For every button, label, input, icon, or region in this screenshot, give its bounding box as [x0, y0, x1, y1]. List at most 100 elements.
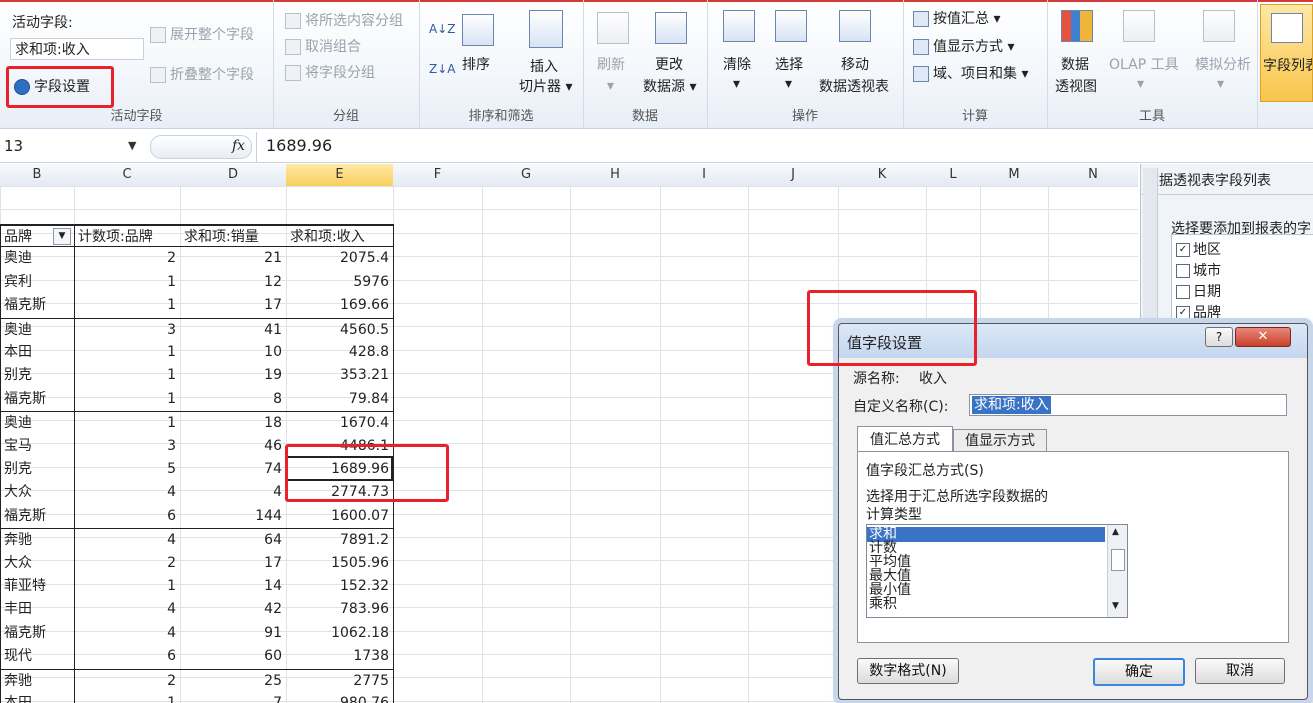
table-row-brand[interactable]: 大众 — [0, 552, 74, 575]
sort-asc-icon[interactable]: A↓Z — [429, 22, 455, 36]
scroll-up-icon[interactable]: ▲ — [1112, 527, 1119, 537]
active-field-input[interactable]: 求和项:收入 — [10, 38, 144, 60]
scroll-thumb[interactable] — [1111, 549, 1125, 571]
refresh-dropdown[interactable]: ▾ — [607, 78, 614, 94]
table-cell[interactable]: 1 — [74, 388, 180, 411]
table-row-brand[interactable]: 奥迪 — [0, 247, 74, 270]
table-row-brand[interactable]: 菲亚特 — [0, 575, 74, 598]
sort-desc-icon[interactable]: Z↓A — [429, 62, 455, 76]
table-cell[interactable]: 4 — [74, 481, 180, 504]
help-button[interactable]: ? — [1205, 327, 1233, 347]
table-cell[interactable]: 42 — [180, 598, 286, 621]
table-cell[interactable]: 64 — [180, 528, 286, 551]
column-header-l[interactable]: L — [926, 164, 981, 187]
scroll-down-icon[interactable]: ▼ — [1112, 601, 1119, 611]
listbox-scrollbar[interactable]: ▲ ▼ — [1107, 525, 1127, 617]
table-cell[interactable]: 3 — [74, 317, 180, 341]
ungroup-button[interactable]: 取消组合 — [285, 36, 361, 56]
name-box-dropdown-icon[interactable]: ▼ — [128, 134, 136, 158]
table-cell[interactable]: 21 — [180, 247, 286, 270]
table-cell[interactable]: 14 — [180, 575, 286, 598]
table-row-brand[interactable]: 奥迪 — [0, 317, 74, 341]
field-item[interactable]: ✓ 品牌 — [1176, 302, 1221, 322]
table-cell[interactable]: 2 — [74, 552, 180, 575]
refresh-button[interactable]: 刷新 — [597, 54, 625, 74]
column-header-k[interactable]: K — [838, 164, 927, 187]
fields-items-button[interactable]: 域、项目和集 ▾ — [913, 63, 1028, 83]
clear-button[interactable]: 清除 — [723, 54, 751, 74]
column-header-b[interactable]: B — [0, 164, 75, 187]
olap-tools-button[interactable]: OLAP 工具 — [1109, 54, 1179, 74]
name-box[interactable]: 13 — [0, 134, 144, 158]
table-cell[interactable]: 41 — [180, 317, 286, 341]
table-row-brand[interactable]: 宾利 — [0, 271, 74, 294]
clear-dropdown[interactable]: ▾ — [733, 76, 740, 92]
change-source-button[interactable]: 数据源 ▾ — [643, 76, 696, 96]
pivotchart-label[interactable]: 数据 — [1061, 54, 1089, 74]
table-cell[interactable]: 17 — [180, 294, 286, 317]
table-cell[interactable]: 10 — [180, 341, 286, 364]
field-checkbox[interactable] — [1176, 285, 1190, 299]
table-row-brand[interactable]: 别克 — [0, 458, 74, 481]
show-values-button[interactable]: 值显示方式 ▾ — [913, 36, 1014, 56]
column-header-c[interactable]: C — [74, 164, 181, 187]
table-cell[interactable]: 2 — [74, 247, 180, 270]
table-row-brand[interactable]: 大众 — [0, 481, 74, 504]
field-checkbox[interactable] — [1176, 264, 1190, 278]
calc-type-option[interactable]: 最小值 — [867, 583, 1105, 598]
field-item[interactable]: ✓ 地区 — [1176, 239, 1221, 259]
ok-button[interactable]: 确定 — [1093, 658, 1185, 686]
olap-dropdown[interactable]: ▾ — [1137, 76, 1144, 92]
custom-name-input[interactable]: 求和项:收入 — [969, 394, 1287, 416]
table-cell[interactable]: 18 — [180, 411, 286, 434]
tab-summarize[interactable]: 值汇总方式 — [857, 426, 953, 453]
table-row-brand[interactable]: 宝马 — [0, 435, 74, 458]
table-cell[interactable]: 152.32 — [286, 575, 393, 598]
table-cell[interactable]: 783.96 — [286, 598, 393, 621]
table-cell[interactable]: 5 — [74, 458, 180, 481]
whatif-dropdown[interactable]: ▾ — [1217, 76, 1224, 92]
collapse-field-button[interactable]: 折叠整个字段 — [150, 64, 254, 84]
table-header[interactable]: 求和项:销量 — [180, 224, 286, 247]
summarize-by-button[interactable]: 按值汇总 ▾ — [913, 8, 1000, 28]
calc-type-listbox[interactable]: 求和 计数 平均值 最大值 最小值 乘积 ▲ ▼ — [866, 524, 1128, 618]
table-cell[interactable]: 2075.4 — [286, 247, 393, 270]
cancel-button[interactable]: 取消 — [1195, 658, 1285, 684]
move-pivot-button[interactable]: 数据透视表 — [819, 76, 889, 96]
table-cell[interactable]: 4 — [74, 622, 180, 645]
sort-button[interactable]: 排序 — [462, 54, 490, 74]
table-cell[interactable]: 1 — [74, 575, 180, 598]
table-cell[interactable]: 91 — [180, 622, 286, 645]
column-header-g[interactable]: G — [482, 164, 571, 187]
table-row-brand[interactable]: 奔驰 — [0, 668, 74, 692]
table-cell[interactable]: 4 — [74, 598, 180, 621]
table-cell[interactable]: 19 — [180, 364, 286, 387]
table-cell[interactable]: 3 — [74, 435, 180, 458]
change-source-label[interactable]: 更改 — [655, 54, 683, 74]
table-cell[interactable]: 2775 — [286, 668, 393, 692]
move-label[interactable]: 移动 — [841, 54, 869, 74]
table-cell[interactable]: 1 — [74, 294, 180, 317]
brand-filter-dropdown-icon[interactable]: ▼ — [53, 228, 71, 245]
group-selection-button[interactable]: 将所选内容分组 — [285, 10, 403, 30]
table-cell[interactable]: 8 — [180, 388, 286, 411]
table-row-brand[interactable]: 现代 — [0, 645, 74, 668]
table-cell[interactable]: 1738 — [286, 645, 393, 668]
table-row-brand[interactable]: 福克斯 — [0, 505, 74, 528]
table-cell[interactable]: 1 — [74, 692, 180, 703]
table-cell[interactable]: 4560.5 — [286, 317, 393, 341]
table-cell[interactable]: 79.84 — [286, 388, 393, 411]
column-header-f[interactable]: F — [393, 164, 483, 187]
table-cell[interactable]: 25 — [180, 668, 286, 692]
table-row-brand[interactable]: 奥迪 — [0, 411, 74, 434]
table-row-brand[interactable]: 丰田 — [0, 598, 74, 621]
column-header-m[interactable]: M — [980, 164, 1049, 187]
column-header-h[interactable]: H — [570, 164, 661, 187]
table-cell[interactable]: 1062.18 — [286, 622, 393, 645]
table-header[interactable]: 求和项:收入 — [286, 224, 393, 247]
table-cell[interactable]: 353.21 — [286, 364, 393, 387]
calc-type-option[interactable]: 乘积 — [867, 597, 1105, 612]
table-cell[interactable]: 46 — [180, 435, 286, 458]
table-cell[interactable]: 6 — [74, 505, 180, 528]
field-list-button[interactable]: 字段列表 — [1260, 4, 1313, 102]
